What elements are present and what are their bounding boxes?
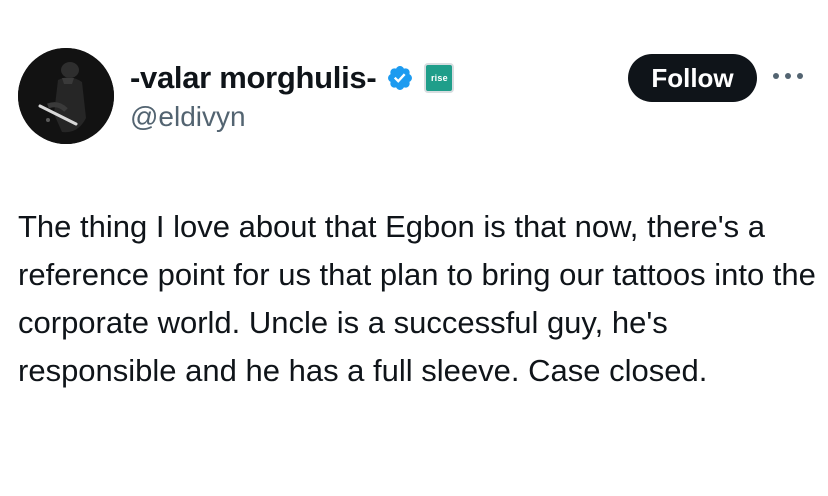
ellipsis-icon[interactable]	[768, 66, 808, 86]
person-silhouette-icon	[18, 48, 114, 144]
author-handle[interactable]: @eldivyn	[130, 101, 246, 133]
affiliate-badge[interactable]: rise	[424, 63, 455, 93]
tweet-text: The thing I love about that Egbon is tha…	[18, 209, 816, 388]
author-avatar[interactable]	[18, 48, 114, 144]
affiliate-badge-label: rise	[430, 73, 448, 83]
author-name-row: -valar morghulis- rise	[130, 56, 455, 100]
verified-badge-icon[interactable]	[386, 64, 414, 92]
author-display-name[interactable]: -valar morghulis-	[130, 60, 377, 96]
follow-button[interactable]: Follow	[628, 54, 757, 102]
